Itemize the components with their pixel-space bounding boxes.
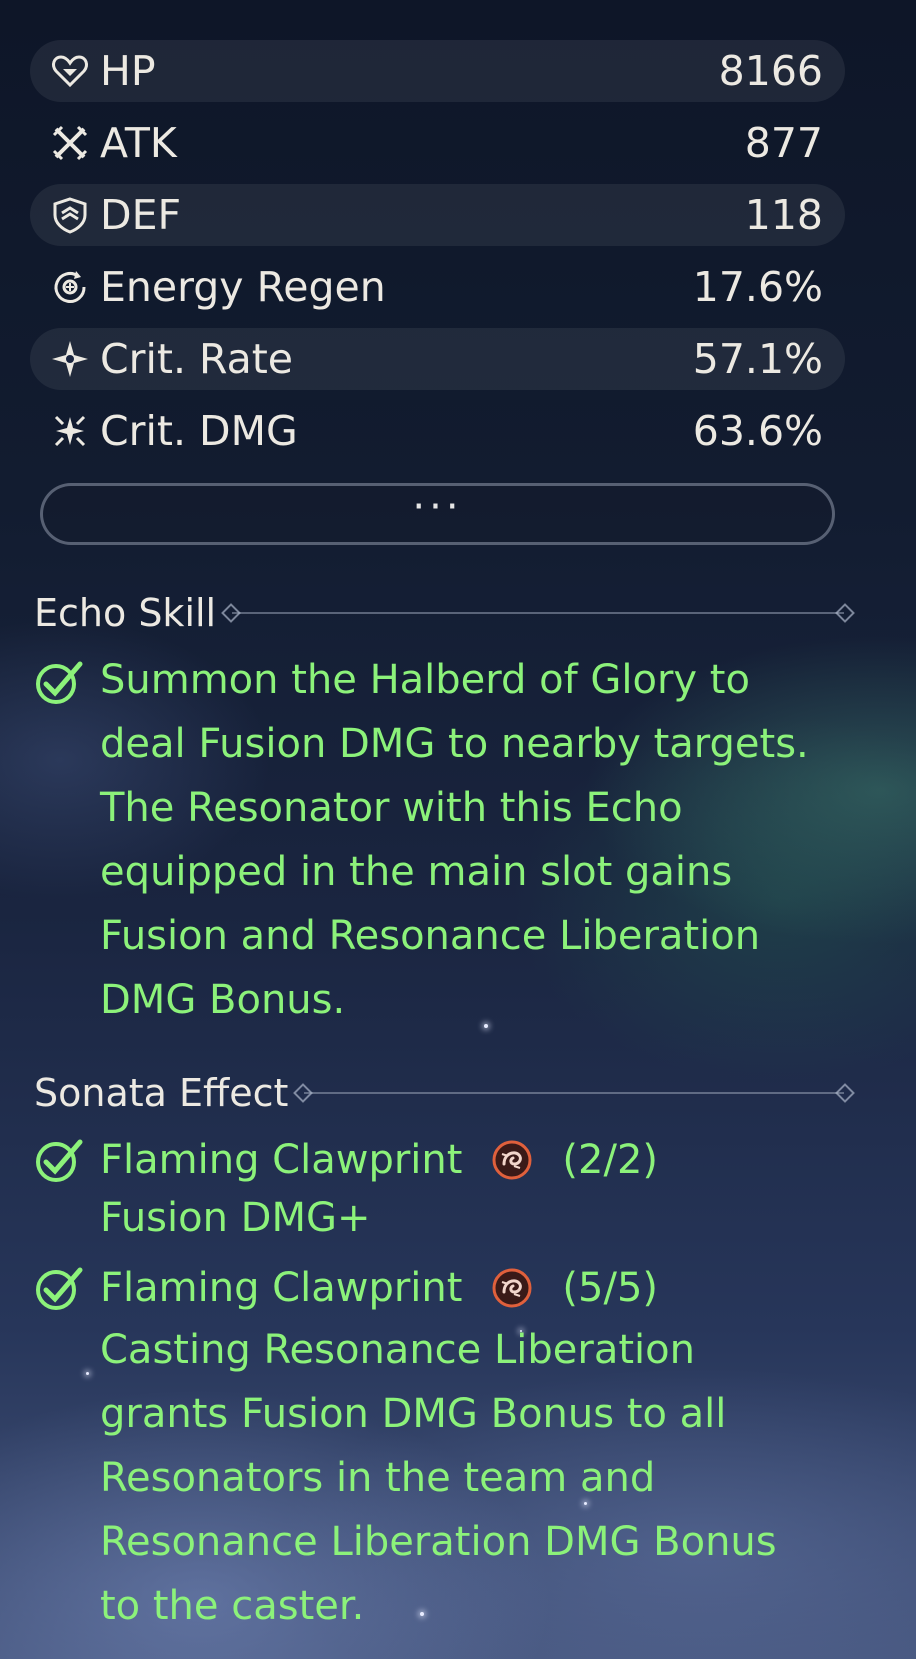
echo-skill-line: DMG Bonus. <box>100 977 346 1023</box>
echo-skill-line: Fusion and Resonance Liberation <box>100 913 761 959</box>
stat-row-atk: ATK 877 <box>30 112 845 174</box>
checkmark-icon <box>36 1267 83 1310</box>
stat-name: ATK <box>100 119 177 167</box>
sonata-description-line: Fusion DMG+ <box>100 1195 371 1241</box>
divider-line <box>232 612 844 614</box>
stat-name: Energy Regen <box>100 263 386 311</box>
section-title: Echo Skill <box>34 591 217 635</box>
more-button-label: ··· <box>412 484 463 530</box>
crit-dmg-icon <box>48 409 92 453</box>
sonata-name: Flaming Clawprint <box>100 1265 463 1311</box>
crit-rate-icon <box>48 337 92 381</box>
stat-name: DEF <box>100 191 182 239</box>
echo-skill-line: deal Fusion DMG to nearby targets. <box>100 721 809 767</box>
echo-skill-block: Summon the Halberd of Glory to deal Fusi… <box>34 648 864 1032</box>
sonata-description-line: Resonance Liberation DMG Bonus <box>100 1519 777 1565</box>
stat-name: HP <box>100 47 156 95</box>
stat-row-crit-dmg: Crit. DMG 63.6% <box>30 400 845 462</box>
sonata-count: (2/2) <box>562 1137 659 1183</box>
sonata-item: Flaming Clawprint (5/5) Casting Resonanc… <box>34 1258 864 1638</box>
sonata-item: Flaming Clawprint (2/2) Fusion DMG+ <box>34 1130 864 1246</box>
sonata-header-line: Flaming Clawprint (5/5) <box>100 1258 864 1318</box>
checkmark-icon <box>36 1139 83 1182</box>
sonata-name: Flaming Clawprint <box>100 1137 463 1183</box>
sonata-description: Casting Resonance Liberation grants Fusi… <box>100 1318 864 1638</box>
echo-skill-line: equipped in the main slot gains <box>100 849 733 895</box>
stat-value: 57.1% <box>692 335 823 383</box>
echo-skill-description: Summon the Halberd of Glory to deal Fusi… <box>100 648 864 1032</box>
stat-name: Crit. DMG <box>100 407 298 455</box>
section-title: Sonata Effect <box>34 1071 289 1115</box>
stat-value: 8166 <box>718 47 823 95</box>
stat-row-crit-rate: Crit. Rate 57.1% <box>30 328 845 390</box>
stat-value: 118 <box>744 191 823 239</box>
stat-value: 17.6% <box>692 263 823 311</box>
heart-icon <box>48 49 92 93</box>
stat-row-energy-regen: Energy Regen 17.6% <box>30 256 845 318</box>
stat-name: Crit. Rate <box>100 335 294 383</box>
divider-line <box>304 1092 844 1094</box>
shield-icon <box>48 193 92 237</box>
sonata-effect-header: Sonata Effect <box>34 1068 844 1118</box>
energy-regen-icon <box>48 265 92 309</box>
stat-value: 63.6% <box>692 407 823 455</box>
sonata-description: Fusion DMG+ <box>100 1190 864 1246</box>
stat-value: 877 <box>744 119 823 167</box>
sonata-header-line: Flaming Clawprint (2/2) <box>100 1130 864 1190</box>
fusion-element-icon <box>492 1140 532 1180</box>
stat-row-def: DEF 118 <box>30 184 845 246</box>
more-stats-button[interactable]: ··· <box>40 483 835 545</box>
sonata-description-line: Casting Resonance Liberation <box>100 1327 695 1373</box>
sonata-description-line: to the caster. <box>100 1583 365 1629</box>
echo-skill-line: The Resonator with this Echo <box>100 785 683 831</box>
checkmark-icon <box>36 661 83 704</box>
stat-row-hp: HP 8166 <box>30 40 845 102</box>
sonata-description-line: Resonators in the team and <box>100 1455 656 1501</box>
stats-list: HP 8166 ATK 877 DEF 118 Energy Regen 17.… <box>30 40 845 472</box>
fusion-element-icon <box>492 1268 532 1308</box>
crossed-swords-icon <box>48 121 92 165</box>
sonata-count: (5/5) <box>562 1265 659 1311</box>
echo-skill-header: Echo Skill <box>34 588 844 638</box>
echo-skill-line: Summon the Halberd of Glory to <box>100 657 750 703</box>
sonata-description-line: grants Fusion DMG Bonus to all <box>100 1391 727 1437</box>
